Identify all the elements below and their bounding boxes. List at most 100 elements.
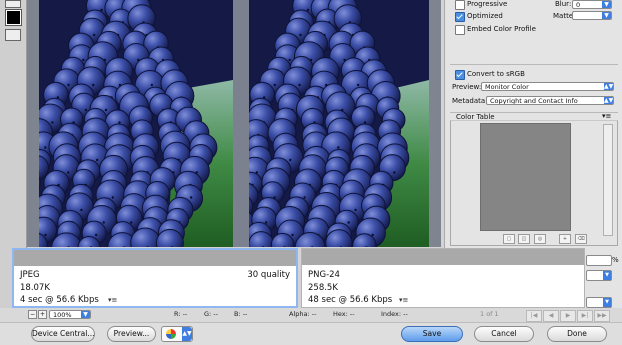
next-frame-icon[interactable]: ▶| (577, 310, 593, 322)
percent-sign: % (612, 256, 619, 264)
file-size-label: 258.5K (308, 283, 338, 293)
embed-color-profile-checkbox[interactable] (455, 25, 465, 35)
green-readout: G: -- (204, 310, 218, 318)
grape-dot (92, 84, 94, 86)
grape-dot (105, 109, 107, 111)
metadata-label: Metadata: (452, 97, 488, 105)
last-frame-icon[interactable]: ▶▶ (594, 310, 610, 322)
grape-dot (371, 234, 373, 236)
grape-dot (347, 221, 349, 223)
grape-dot (118, 121, 120, 123)
grape-dot (291, 234, 293, 236)
panel-menu-icon[interactable]: ▾≡ (602, 112, 611, 120)
matte-select[interactable]: ▼ (572, 11, 612, 20)
optimized-preview-png24[interactable] (249, 0, 429, 247)
new-color-icon[interactable]: ▢ (503, 234, 515, 244)
chevron-down-icon[interactable]: ▲▼ (182, 327, 192, 341)
play-icon[interactable]: ▶ (560, 310, 576, 322)
preview-select[interactable]: Monitor Color▲▼ (481, 82, 614, 91)
lock-icon[interactable]: ◫ (518, 234, 530, 244)
format-label: PNG-24 (308, 270, 340, 280)
optimized-label: Optimized (467, 12, 503, 20)
previous-frame-icon[interactable]: ◀ (543, 310, 559, 322)
grape-dot (307, 9, 309, 11)
chevron-down-icon[interactable]: ▼ (602, 12, 611, 19)
cancel-button[interactable]: Cancel (474, 326, 534, 342)
alpha-readout: Alpha: -- (289, 310, 316, 318)
web-shift-icon[interactable]: ◎ (534, 234, 546, 244)
device-central-button[interactable]: Device Central... (31, 326, 95, 342)
grape-dot (364, 121, 366, 123)
download-rate-menu-icon[interactable]: ▾≡ (399, 296, 408, 304)
grape-dot (80, 209, 82, 211)
chevron-down-icon[interactable]: ▲▼ (604, 97, 613, 104)
optimized-checkbox[interactable] (455, 12, 465, 22)
blue-readout: B: -- (234, 310, 247, 318)
grapes-image-right (249, 0, 429, 247)
download-time-label: 48 sec @ 56.6 Kbps (308, 295, 392, 305)
color-table-scrollbar[interactable] (603, 124, 613, 236)
grape-dot (265, 221, 267, 223)
grape-dot (151, 84, 153, 86)
image-size-field[interactable] (586, 255, 612, 266)
grape-dot (95, 234, 97, 236)
grape-dot (357, 84, 359, 86)
foreground-color-icon[interactable] (6, 10, 21, 25)
quality-label: 30 quality (247, 270, 290, 280)
grape-dot (67, 171, 69, 173)
chevron-down-icon[interactable]: ▲▼ (604, 83, 613, 90)
blur-field[interactable]: 0▼ (572, 0, 612, 9)
save-button[interactable]: Save (401, 326, 463, 342)
frame-counter: 1 of 1 (480, 310, 499, 318)
grape-dot (337, 146, 339, 148)
grape-dot (96, 159, 98, 161)
progressive-checkbox[interactable] (455, 0, 465, 10)
optimized-preview-jpeg[interactable] (27, 0, 233, 247)
info-header (14, 250, 296, 266)
zoom-out-icon[interactable]: − (28, 310, 37, 319)
convert-srgb-checkbox[interactable] (455, 70, 465, 80)
chevron-down-icon[interactable]: ▼ (602, 1, 611, 8)
eyedropper-icon[interactable] (5, 0, 21, 8)
grape-dot (103, 221, 105, 223)
chevron-down-icon[interactable]: ▼ (603, 271, 611, 280)
info-header (302, 249, 584, 265)
png24-info-panel[interactable]: PNG-24 258.5K 48 sec @ 56.6 Kbps ▾≡ (301, 248, 585, 308)
color-table-swatches[interactable] (480, 123, 571, 231)
toggle-slices-icon[interactable] (5, 29, 21, 41)
grape-dot (82, 59, 84, 61)
quality-select[interactable]: ▼ (586, 270, 612, 281)
grapes-image-left (27, 0, 233, 247)
preview-label: Preview: (452, 83, 481, 91)
looping-select[interactable]: ▼ (586, 297, 612, 308)
grape-dot (190, 196, 192, 198)
metadata-select[interactable]: Copyright and Contact Info▲▼ (486, 96, 614, 105)
preview-button[interactable]: Preview... (107, 326, 156, 342)
download-time-label: 4 sec @ 56.6 Kbps (20, 295, 99, 305)
zoom-select[interactable]: 100%▼ (49, 310, 91, 319)
grape-dot (299, 34, 301, 36)
done-button[interactable]: Done (547, 326, 607, 342)
grape-dot (44, 146, 46, 148)
blur-label: Blur: (555, 0, 571, 8)
right-frame-edge (429, 0, 441, 247)
progressive-label: Progressive (467, 0, 507, 8)
grape-dot (93, 34, 95, 36)
left-frame-edge (27, 0, 39, 247)
chevron-down-icon[interactable]: ▼ (81, 311, 90, 318)
grape-dot (130, 221, 132, 223)
zoom-in-icon[interactable]: + (38, 310, 47, 319)
format-label: JPEG (20, 270, 40, 280)
jpeg-info-panel[interactable]: JPEG 30 quality 18.07K 4 sec @ 56.6 Kbps… (12, 248, 298, 308)
add-color-icon[interactable]: + (559, 234, 571, 244)
grape-dot (51, 121, 53, 123)
preview-browser-select[interactable]: ▲▼ (161, 326, 193, 342)
browser-icon (166, 329, 176, 339)
download-rate-menu-icon[interactable]: ▾≡ (108, 296, 117, 304)
chevron-down-icon[interactable]: ▼ (603, 298, 611, 307)
first-frame-icon[interactable]: |◀ (526, 310, 542, 322)
index-readout: Index: -- (381, 310, 408, 318)
convert-srgb-label: Convert to sRGB (467, 70, 525, 78)
grape-dot (298, 84, 300, 86)
delete-icon[interactable]: ⌫ (575, 234, 587, 244)
